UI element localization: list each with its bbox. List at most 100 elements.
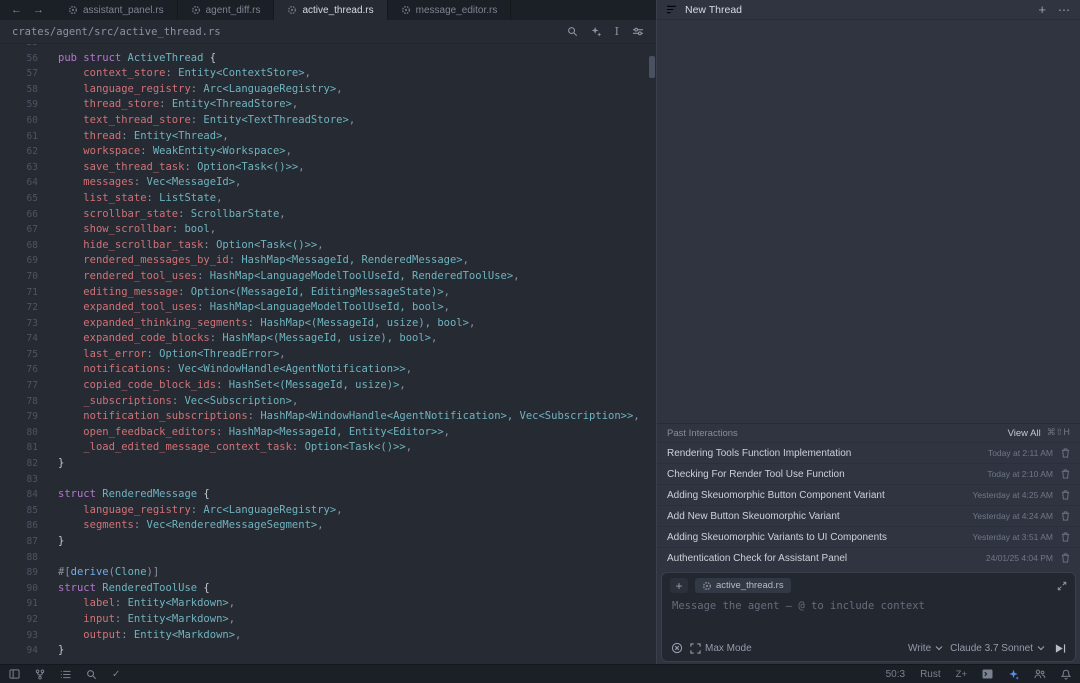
editor-scrollbar-thumb[interactable] xyxy=(649,56,655,78)
model-selector[interactable]: Claude 3.7 Sonnet xyxy=(950,643,1045,654)
code-line[interactable]: 68 hide_scrollbar_task: Option<Task<()>>… xyxy=(0,238,656,254)
tab-active_thread.rs[interactable]: active_thread.rs xyxy=(274,0,387,20)
mode-selector[interactable]: Write xyxy=(908,643,943,654)
past-interaction-item[interactable]: Rendering Tools Function ImplementationT… xyxy=(657,442,1080,463)
code-line[interactable]: 72 expanded_tool_uses: HashMap<LanguageM… xyxy=(0,300,656,316)
code-line[interactable]: 67 show_scrollbar: bool, xyxy=(0,222,656,238)
nav-back-icon[interactable]: ← xyxy=(11,5,22,16)
add-context-button[interactable]: + xyxy=(670,578,688,593)
code-line[interactable]: 62 workspace: WeakEntity<Workspace>, xyxy=(0,144,656,160)
code-line[interactable]: 60 text_thread_store: Entity<TextThreadS… xyxy=(0,113,656,129)
code-line[interactable]: 70 rendered_tool_uses: HashMap<LanguageM… xyxy=(0,269,656,285)
code-line[interactable]: 79 notification_subscriptions: HashMap<W… xyxy=(0,409,656,425)
buffer-search-icon[interactable] xyxy=(567,26,578,37)
past-interaction-item[interactable]: Checking For Render Tool Use FunctionTod… xyxy=(657,463,1080,484)
code-line[interactable]: 87} xyxy=(0,534,656,550)
code-line[interactable]: 55 xyxy=(0,44,656,51)
collab-panel-icon[interactable] xyxy=(1034,669,1046,679)
code-line[interactable]: 75 last_error: Option<ThreadError>, xyxy=(0,347,656,363)
nav-forward-icon[interactable]: → xyxy=(33,5,44,16)
git-branch-icon[interactable] xyxy=(35,669,45,680)
delete-interaction-icon[interactable] xyxy=(1061,469,1070,479)
new-thread-button[interactable]: + xyxy=(1038,3,1046,16)
message-input[interactable]: Message the agent – @ to include context xyxy=(662,593,1075,642)
code-line[interactable]: 63 save_thread_task: Option<Task<()>>, xyxy=(0,160,656,176)
code-line[interactable]: 82} xyxy=(0,456,656,472)
past-interaction-item[interactable]: Add New Button Skeuomorphic VariantYeste… xyxy=(657,505,1080,526)
tab-agent_diff.rs[interactable]: agent_diff.rs xyxy=(178,0,275,20)
x-circle-icon[interactable] xyxy=(671,642,683,654)
code-line[interactable]: 71 editing_message: Option<(MessageId, E… xyxy=(0,285,656,301)
code-line[interactable]: 61 thread: Entity<Thread>, xyxy=(0,129,656,145)
assistant-panel-icon[interactable] xyxy=(1008,669,1019,680)
breadcrumb[interactable]: crates/agent/src/active_thread.rs xyxy=(12,26,221,38)
panel-options-icon[interactable]: ⋯ xyxy=(1058,4,1071,16)
interaction-title: Adding Skeuomorphic Variants to UI Compo… xyxy=(667,532,887,543)
code-line[interactable]: 84struct RenderedMessage { xyxy=(0,487,656,503)
max-mode-toggle[interactable]: Max Mode xyxy=(690,643,752,654)
inline-assist-icon[interactable] xyxy=(591,26,602,37)
code-line[interactable]: 64 messages: Vec<MessageId>, xyxy=(0,175,656,191)
selection-mode-icon[interactable]: I xyxy=(615,26,619,37)
past-interaction-item[interactable]: Authentication Check for Assistant Panel… xyxy=(657,547,1080,568)
code-line[interactable]: 88 xyxy=(0,550,656,566)
code-editor[interactable]: 5556pub struct ActiveThread {57 context_… xyxy=(0,44,656,664)
code-line[interactable]: 86 segments: Vec<RenderedMessageSegment>… xyxy=(0,518,656,534)
code-line[interactable]: 73 expanded_thinking_segments: HashMap<(… xyxy=(0,316,656,332)
code-line[interactable]: 91 label: Entity<Markdown>, xyxy=(0,596,656,612)
past-interaction-item[interactable]: Adding Skeuomorphic Variants to UI Compo… xyxy=(657,526,1080,547)
project-panel-icon[interactable] xyxy=(9,669,20,679)
code-line[interactable]: 56pub struct ActiveThread { xyxy=(0,51,656,67)
code-line[interactable]: 76 notifications: Vec<WindowHandle<Agent… xyxy=(0,362,656,378)
line-number: 86 xyxy=(0,518,38,534)
edit-prediction-icon[interactable]: Z+ xyxy=(956,669,967,680)
editor-controls-icon[interactable] xyxy=(632,26,644,37)
code-line[interactable]: 93 output: Entity<Markdown>, xyxy=(0,628,656,644)
code-line[interactable]: 78 _subscriptions: Vec<Subscription>, xyxy=(0,394,656,410)
delete-interaction-icon[interactable] xyxy=(1061,532,1070,542)
outline-panel-icon[interactable] xyxy=(60,670,71,679)
editor-scrollbar[interactable] xyxy=(648,44,656,664)
tab-label: assistant_panel.rs xyxy=(83,5,164,16)
delete-interaction-icon[interactable] xyxy=(1061,553,1070,563)
delete-interaction-icon[interactable] xyxy=(1061,511,1070,521)
code-line[interactable]: 66 scrollbar_state: ScrollbarState, xyxy=(0,207,656,223)
send-button[interactable] xyxy=(1054,643,1066,654)
chevron-down-icon xyxy=(935,645,943,651)
tabs: assistant_panel.rs agent_diff.rs active_… xyxy=(55,0,511,20)
diagnostics-icon[interactable]: ✓ xyxy=(112,669,120,680)
code-line[interactable]: 89#[derive(Clone)] xyxy=(0,565,656,581)
code-line[interactable]: 74 expanded_code_blocks: HashMap<(Messag… xyxy=(0,331,656,347)
code-line[interactable]: 65 list_state: ListState, xyxy=(0,191,656,207)
terminal-icon[interactable] xyxy=(982,669,993,679)
code-line[interactable]: 81 _load_edited_message_context_task: Op… xyxy=(0,440,656,456)
search-icon[interactable] xyxy=(86,669,97,680)
expand-composer-icon[interactable] xyxy=(1057,581,1067,591)
code-line[interactable]: 92 input: Entity<Markdown>, xyxy=(0,612,656,628)
message-composer[interactable]: + active_thread.rs Message the agent – @… xyxy=(661,572,1076,662)
code-line[interactable]: 90struct RenderedToolUse { xyxy=(0,581,656,597)
view-all-button[interactable]: View All xyxy=(1008,428,1041,439)
past-interaction-item[interactable]: Adding Skeuomorphic Button Component Var… xyxy=(657,484,1080,505)
code-line[interactable]: 85 language_registry: Arc<LanguageRegist… xyxy=(0,503,656,519)
language-selector[interactable]: Rust xyxy=(920,669,941,680)
thread-history-menu-icon[interactable] xyxy=(666,5,677,14)
context-chip[interactable]: active_thread.rs xyxy=(695,578,791,593)
code-line[interactable]: 69 rendered_messages_by_id: HashMap<Mess… xyxy=(0,253,656,269)
delete-interaction-icon[interactable] xyxy=(1061,490,1070,500)
code-line[interactable]: 80 open_feedback_editors: HashMap<Messag… xyxy=(0,425,656,441)
line-content: last_error: Option<ThreadError>, xyxy=(38,347,286,363)
cursor-position[interactable]: 50:3 xyxy=(886,669,905,680)
tab-message_editor.rs[interactable]: message_editor.rs xyxy=(388,0,512,20)
delete-interaction-icon[interactable] xyxy=(1061,448,1070,458)
code-line[interactable]: 58 language_registry: Arc<LanguageRegist… xyxy=(0,82,656,98)
interaction-timestamp: Yesterday at 3:51 AM xyxy=(973,532,1054,542)
code-line[interactable]: 59 thread_store: Entity<ThreadStore>, xyxy=(0,97,656,113)
code-line[interactable]: 77 copied_code_block_ids: HashSet<(Messa… xyxy=(0,378,656,394)
notification-bell-icon[interactable] xyxy=(1061,669,1071,680)
code-line[interactable]: 57 context_store: Entity<ContextStore>, xyxy=(0,66,656,82)
code-line[interactable]: 94} xyxy=(0,643,656,659)
line-content: struct RenderedToolUse { xyxy=(38,581,210,597)
tab-assistant_panel.rs[interactable]: assistant_panel.rs xyxy=(55,0,178,20)
code-line[interactable]: 83 xyxy=(0,472,656,488)
